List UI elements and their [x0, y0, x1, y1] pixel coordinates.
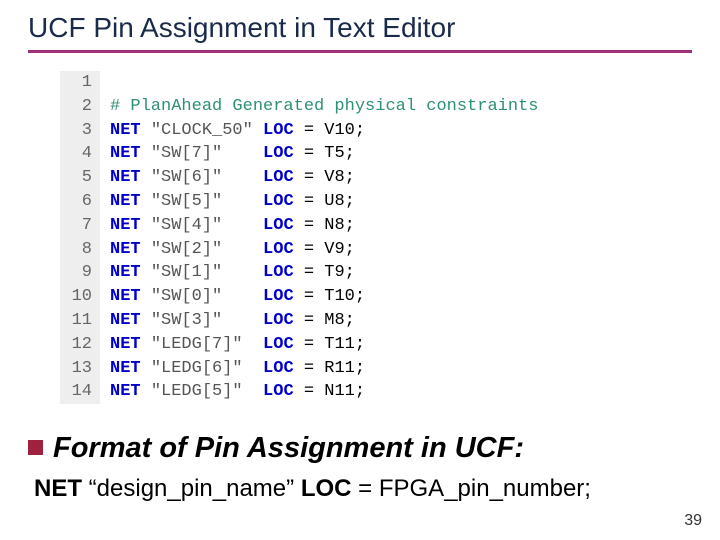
- slide-title: UCF Pin Assignment in Text Editor: [0, 0, 720, 50]
- code-line: 1: [60, 71, 620, 95]
- code-line: 11NET "SW[3]" LOC = M8;: [60, 309, 620, 333]
- code-content: NET "SW[3]" LOC = M8;: [100, 309, 620, 333]
- line-number: 1: [60, 71, 100, 95]
- code-content: NET "SW[7]" LOC = T5;: [100, 142, 620, 166]
- line-number: 10: [60, 285, 100, 309]
- code-line: 9NET "SW[1]" LOC = T9;: [60, 261, 620, 285]
- line-number: 5: [60, 166, 100, 190]
- code-line: 13NET "LEDG[6]" LOC = R11;: [60, 357, 620, 381]
- syntax-net-kw: NET: [34, 475, 82, 502]
- line-number: 9: [60, 261, 100, 285]
- line-number: 13: [60, 357, 100, 381]
- line-number: 12: [60, 333, 100, 357]
- code-line: 5NET "SW[6]" LOC = V8;: [60, 166, 620, 190]
- format-heading-text: Format of Pin Assignment in UCF:: [53, 432, 524, 464]
- code-content: NET "LEDG[6]" LOC = R11;: [100, 357, 620, 381]
- code-line: 10NET "SW[0]" LOC = T10;: [60, 285, 620, 309]
- code-content: NET "LEDG[5]" LOC = N11;: [100, 380, 620, 404]
- syntax-loc-kw: LOC: [301, 475, 352, 502]
- line-number: 3: [60, 119, 100, 143]
- line-number: 11: [60, 309, 100, 333]
- bullet-icon: [28, 440, 43, 455]
- format-syntax: NET “design_pin_name” LOC = FPGA_pin_num…: [34, 475, 720, 503]
- code-content: NET "CLOCK_50" LOC = V10;: [100, 119, 620, 143]
- code-content: NET "SW[1]" LOC = T9;: [100, 261, 620, 285]
- line-number: 8: [60, 238, 100, 262]
- syntax-pin-ph: FPGA_pin_number;: [379, 475, 591, 502]
- code-line: 3NET "CLOCK_50" LOC = V10;: [60, 119, 620, 143]
- code-content: [100, 71, 620, 95]
- code-content: NET "SW[0]" LOC = T10;: [100, 285, 620, 309]
- code-line: 8NET "SW[2]" LOC = V9;: [60, 238, 620, 262]
- line-number: 14: [60, 380, 100, 404]
- line-number: 6: [60, 190, 100, 214]
- code-line: 4NET "SW[7]" LOC = T5;: [60, 142, 620, 166]
- format-heading: Format of Pin Assignment in UCF:: [28, 432, 720, 465]
- line-number: 7: [60, 214, 100, 238]
- code-content: NET "LEDG[7]" LOC = T11;: [100, 333, 620, 357]
- code-content: NET "SW[2]" LOC = V9;: [100, 238, 620, 262]
- code-line: 2# PlanAhead Generated physical constrai…: [60, 95, 620, 119]
- code-content: NET "SW[5]" LOC = U8;: [100, 190, 620, 214]
- code-line: 6NET "SW[5]" LOC = U8;: [60, 190, 620, 214]
- line-number: 2: [60, 95, 100, 119]
- line-number: 4: [60, 142, 100, 166]
- code-line: 7NET "SW[4]" LOC = N8;: [60, 214, 620, 238]
- code-content: # PlanAhead Generated physical constrain…: [100, 95, 620, 119]
- title-underline: [28, 50, 692, 53]
- code-content: NET "SW[6]" LOC = V8;: [100, 166, 620, 190]
- syntax-eq: =: [351, 475, 378, 502]
- code-content: NET "SW[4]" LOC = N8;: [100, 214, 620, 238]
- page-number: 39: [684, 512, 702, 530]
- syntax-name-ph: “design_pin_name”: [89, 475, 294, 502]
- code-editor: 12# PlanAhead Generated physical constra…: [60, 71, 620, 404]
- code-line: 14NET "LEDG[5]" LOC = N11;: [60, 380, 620, 404]
- code-line: 12NET "LEDG[7]" LOC = T11;: [60, 333, 620, 357]
